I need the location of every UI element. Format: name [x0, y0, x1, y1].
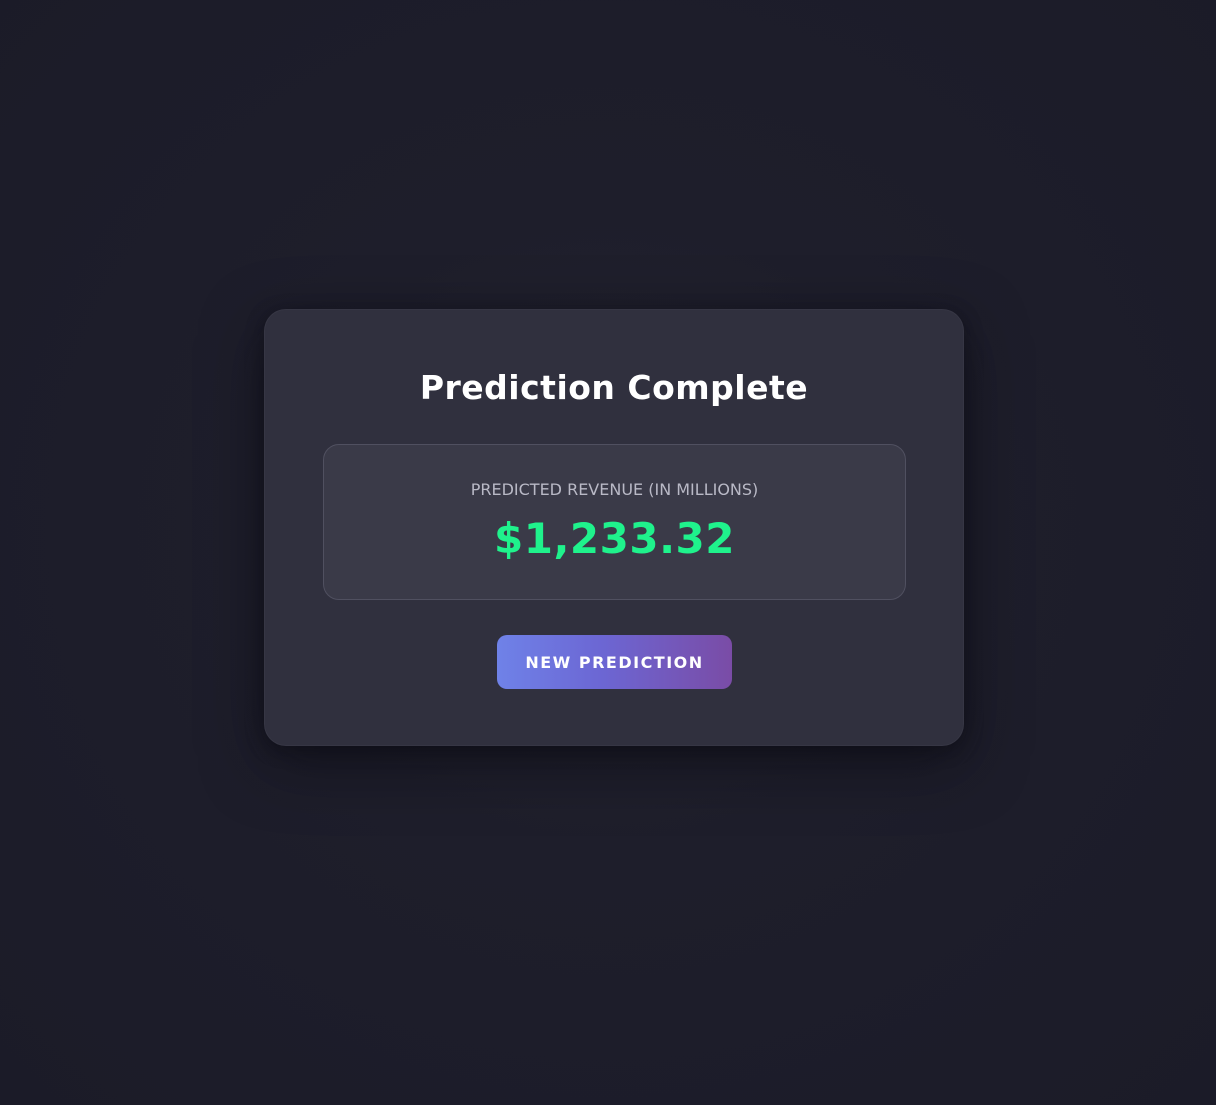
result-box: PREDICTED REVENUE (IN MILLIONS) $1,233.3… — [323, 444, 906, 600]
result-value: $1,233.32 — [494, 514, 735, 563]
prediction-result-card: Prediction Complete PREDICTED REVENUE (I… — [264, 309, 964, 746]
card-title: Prediction Complete — [419, 368, 809, 407]
result-label: PREDICTED REVENUE (IN MILLIONS) — [470, 480, 759, 499]
new-prediction-button[interactable]: NEW PREDICTION — [497, 635, 732, 689]
